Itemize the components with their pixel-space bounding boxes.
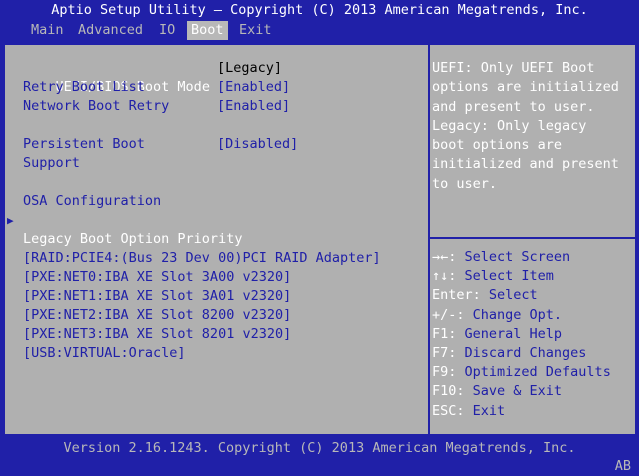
key-exit: ESC: Exit <box>432 402 506 419</box>
boot-option-4[interactable]: [PXE:NET2:IBA XE Slot 8200 v2320] <box>23 306 291 325</box>
network-boot-retry-label[interactable]: Network Boot Retry <box>23 97 169 116</box>
help-line: Legacy: Only legacy <box>432 117 587 134</box>
tab-io[interactable]: IO <box>155 21 179 40</box>
key-enter: Enter: Select <box>432 287 538 304</box>
tab-main[interactable]: Main <box>27 21 68 40</box>
help-divider <box>430 237 635 239</box>
network-boot-retry-value[interactable]: [Enabled] <box>217 97 290 116</box>
corner-badge: AB <box>614 458 631 474</box>
boot-option-3[interactable]: [PXE:NET1:IBA XE Slot 3A01 v2320] <box>23 287 291 306</box>
submenu-arrow-icon: ▶ <box>7 214 14 227</box>
persistent-boot-value[interactable]: [Disabled] <box>217 135 298 154</box>
key-general-help: F1: General Help <box>432 325 563 342</box>
osa-configuration-label[interactable]: OSA Configuration <box>23 192 161 211</box>
setup-panel: UEFI/BIOS Boot Mode [Legacy] Retry Boot … <box>4 44 636 435</box>
window-title: Aptio Setup Utility – Copyright (C) 2013… <box>51 2 588 18</box>
boot-option-1[interactable]: [RAID:PCIE4:(Bus 23 Dev 00)PCI RAID Adap… <box>23 249 381 268</box>
help-line: and present to user. <box>432 98 595 115</box>
persistent-boot-label-2[interactable]: Support <box>23 154 80 173</box>
setting-boot-mode[interactable]: UEFI/BIOS Boot Mode <box>23 59 210 95</box>
boot-option-2[interactable]: [PXE:NET0:IBA XE Slot 3A00 v2320] <box>23 268 291 287</box>
panel-divider <box>428 45 430 434</box>
help-line: options are initialized <box>432 79 619 96</box>
help-line: initialized and present <box>432 156 619 173</box>
key-legend: →←: Select Screen ↑↓: Select Item Enter:… <box>432 248 611 421</box>
key-select-item: ↑↓: Select Item <box>432 268 554 285</box>
key-discard-changes: F7: Discard Changes <box>432 345 587 362</box>
key-select-screen: →←: Select Screen <box>432 249 571 265</box>
key-optimized-defaults: F9: Optimized Defaults <box>432 364 611 381</box>
key-change-opt: +/-: Change Opt. <box>432 306 563 323</box>
menu-bar: Main Advanced IO Boot Exit <box>0 21 639 40</box>
boot-mode-value[interactable]: [Legacy] <box>217 59 282 78</box>
legacy-priority-heading: Legacy Boot Option Priority <box>23 231 243 247</box>
help-text: UEFI: Only UEFI Boot options are initial… <box>432 59 628 194</box>
boot-option-5[interactable]: [PXE:NET3:IBA XE Slot 8201 v2320] <box>23 325 291 344</box>
tab-exit[interactable]: Exit <box>235 21 276 40</box>
persistent-boot-label[interactable]: Persistent Boot <box>23 135 145 154</box>
retry-boot-list-value[interactable]: [Enabled] <box>217 78 290 97</box>
help-line: to user. <box>432 175 498 192</box>
retry-boot-list-label[interactable]: Retry Boot List <box>23 78 145 97</box>
tab-boot[interactable]: Boot <box>187 21 228 40</box>
help-line: UEFI: Only UEFI Boot <box>432 60 595 76</box>
tab-advanced[interactable]: Advanced <box>74 21 147 40</box>
key-save-exit: F10: Save & Exit <box>432 383 563 400</box>
footer-version: Version 2.16.1243. Copyright (C) 2013 Am… <box>63 440 576 456</box>
help-line: boot options are <box>432 137 563 154</box>
boot-option-6[interactable]: [USB:VIRTUAL:Oracle] <box>23 344 186 363</box>
